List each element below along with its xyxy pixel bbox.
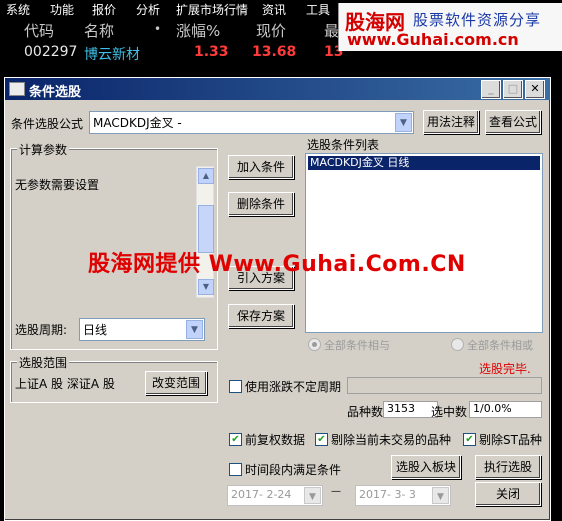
formula-select[interactable]: MACDKDJ金叉 - ▼ [89,111,414,134]
menu-item-news[interactable]: 资讯 [262,1,286,18]
brand-url: www.Guhai.com.cn [347,30,519,49]
menu-item-tools[interactable]: 工具 [306,1,330,18]
view-formula-button[interactable]: 查看公式 [485,110,541,134]
chevron-down-icon[interactable]: ▼ [186,320,203,339]
stock-code: 002297 [24,44,78,60]
period-field[interactable] [347,377,542,394]
usage-notes-button[interactable]: 用法注释 [423,110,479,134]
close-button[interactable]: 关闭 [475,482,541,506]
radio-and[interactable] [308,338,321,351]
radio-and-label: 全部条件相与 [324,339,390,352]
params-scrollbar[interactable]: ▲ ▼ [196,166,214,298]
exclude-untraded-label: 剔除当前未交易的品种 [331,433,452,447]
watermark-text: 股海网提供 Www.Guhai.Com.CN [88,252,466,277]
menu-item-quote[interactable]: 报价 [92,1,116,18]
column-change[interactable]: 涨幅% [176,20,220,41]
count-value: 3153 [383,401,438,418]
period-value: 日线 [83,323,108,337]
date-to-picker[interactable]: 2017- 3- 3 ▼ [355,485,451,506]
time-condition-checkbox[interactable] [229,463,242,476]
delete-condition-button[interactable]: 删除条件 [228,192,294,216]
close-icon[interactable]: ✕ [525,80,545,99]
date-from-value: 2017- 2-24 [231,488,292,501]
save-scheme-button[interactable]: 保存方案 [228,304,294,328]
column-price[interactable]: 现价 [256,20,286,41]
stock-name: 博云新材 [84,47,140,63]
dialog-titlebar[interactable]: 条件选股 _ □ ✕ [5,78,550,100]
date-to-value: 2017- 3- 3 [359,488,416,501]
date-from-picker[interactable]: 2017- 2-24 ▼ [227,485,323,506]
maximize-button[interactable]: □ [503,80,523,99]
range-group-title: 选股范围 [17,354,70,371]
menu-item-system[interactable]: 系统 [6,1,30,18]
chevron-down-icon[interactable]: ▼ [395,113,412,132]
conditions-label: 选股条件列表 [307,138,380,152]
range-text: 上证A 股 深证A 股 [15,377,115,391]
add-to-block-button[interactable]: 选股入板块 [391,455,461,479]
params-group-title: 计算参数 [17,141,70,158]
selected-value: 1/0.0% [469,401,542,418]
minimize-button[interactable]: _ [481,80,501,99]
radio-or[interactable] [451,338,464,351]
formula-label: 条件选股公式 [11,117,84,131]
change-range-button[interactable]: 改变范围 [145,371,207,395]
period-select[interactable]: 日线 ▼ [79,318,205,341]
count-label: 品种数 [347,405,384,419]
use-period-label: 使用涨跌不定周期 [245,380,342,394]
time-condition-label: 时间段内满足条件 [245,463,342,477]
dialog-title: 条件选股 [29,85,82,100]
period-label: 选股周期: [15,323,68,337]
run-screen-button[interactable]: 执行选股 [475,455,541,479]
menu-item-extended-market[interactable]: 扩展市场行情 [176,1,248,18]
radio-or-label: 全部条件相或 [467,339,533,352]
condition-item[interactable]: MACDKDJ金叉 日线 [308,156,540,170]
exclude-st-checkbox[interactable]: ✔ [463,433,476,446]
stock-screener-dialog: 条件选股 _ □ ✕ 条件选股公式 MACDKDJ金叉 - ▼ 用法注释 查看公… [4,77,551,521]
use-period-checkbox[interactable] [229,380,242,393]
date-separator: — [331,486,341,497]
exclude-st-label: 剔除ST品种 [479,433,542,447]
column-more[interactable]: 最 [324,20,339,41]
conditions-list[interactable]: MACDKDJ金叉 日线 [305,153,543,333]
column-name[interactable]: 名称 [84,20,114,41]
chevron-down-icon[interactable]: ▼ [304,487,321,504]
column-dot: • [154,22,162,36]
chevron-down-icon[interactable]: ▼ [432,487,449,504]
add-condition-button[interactable]: 加入条件 [228,155,294,179]
prefix-label: 前复权数据 [245,433,306,447]
prefix-checkbox[interactable]: ✔ [229,433,242,446]
exclude-untraded-checkbox[interactable]: ✔ [315,433,328,446]
stock-price: 13.68 [252,44,297,60]
stock-change: 1.33 [194,44,229,60]
status-text: 选股完毕. [479,362,531,376]
scroll-up-icon[interactable]: ▲ [198,168,214,184]
params-text: 无参数需要设置 [15,178,100,192]
menu-item-function[interactable]: 功能 [50,1,74,18]
menu-item-analysis[interactable]: 分析 [136,1,160,18]
selected-label: 选中数 [431,405,468,419]
scroll-down-icon[interactable]: ▼ [198,279,214,295]
window-icon [9,82,25,96]
formula-value: MACDKDJ金叉 - [93,116,182,130]
brand-tagline: 股票软件资源分享 [413,11,542,29]
site-banner: 股海网 股票软件资源分享 www.Guhai.com.cn [338,3,562,51]
column-code[interactable]: 代码 [24,20,54,41]
